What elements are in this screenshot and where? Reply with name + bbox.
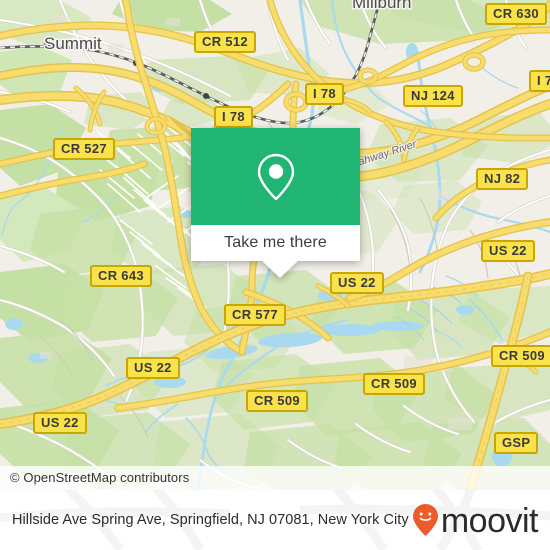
road-shield: CR 509 xyxy=(491,345,550,367)
road-shield: US 22 xyxy=(33,412,87,434)
road-shield: CR 577 xyxy=(224,304,286,326)
road-shield: I 78 xyxy=(214,106,253,128)
place-label-summit: Summit xyxy=(44,34,102,53)
road-shield: CR 643 xyxy=(90,265,152,287)
moovit-smiley-pin-icon xyxy=(412,504,438,536)
road-shield: I 78 xyxy=(529,70,550,92)
road-shield: US 22 xyxy=(126,357,180,379)
moovit-wordmark: moovit xyxy=(440,502,539,540)
moovit-map-screenshot: .landbg { fill:#f2efe9; } .green { fill:… xyxy=(0,0,550,550)
road-shield: NJ 82 xyxy=(476,168,529,190)
osm-attribution: © OpenStreetMap contributors xyxy=(0,466,550,490)
popup-pointer-tail xyxy=(261,260,299,278)
footer-bar: Hillside Ave Spring Ave, Springfield, NJ… xyxy=(0,490,550,550)
road-shield: NJ 124 xyxy=(403,85,463,107)
road-shield: CR 509 xyxy=(363,373,425,395)
road-shield: CR 512 xyxy=(194,31,256,53)
take-me-there-label: Take me there xyxy=(224,234,327,251)
road-shield: CR 630 xyxy=(485,3,547,25)
moovit-brand[interactable]: moovit xyxy=(412,502,539,540)
road-shield: CR 527 xyxy=(53,138,115,160)
road-shield: CR 509 xyxy=(246,390,308,412)
location-popup-card[interactable]: Take me there xyxy=(191,128,360,278)
place-label-millburn: Millburn xyxy=(352,0,412,12)
map-canvas[interactable]: .landbg { fill:#f2efe9; } .green { fill:… xyxy=(0,0,550,490)
road-shield: US 22 xyxy=(481,240,535,262)
road-shield: I 78 xyxy=(305,83,344,105)
popup-image-area xyxy=(191,128,360,225)
popup-action-area[interactable]: Take me there xyxy=(191,225,360,261)
road-shield: GSP xyxy=(494,432,539,454)
map-pin-icon xyxy=(257,153,294,200)
location-address: Hillside Ave Spring Ave, Springfield, NJ… xyxy=(12,512,409,528)
road-shield: US 22 xyxy=(330,272,384,294)
